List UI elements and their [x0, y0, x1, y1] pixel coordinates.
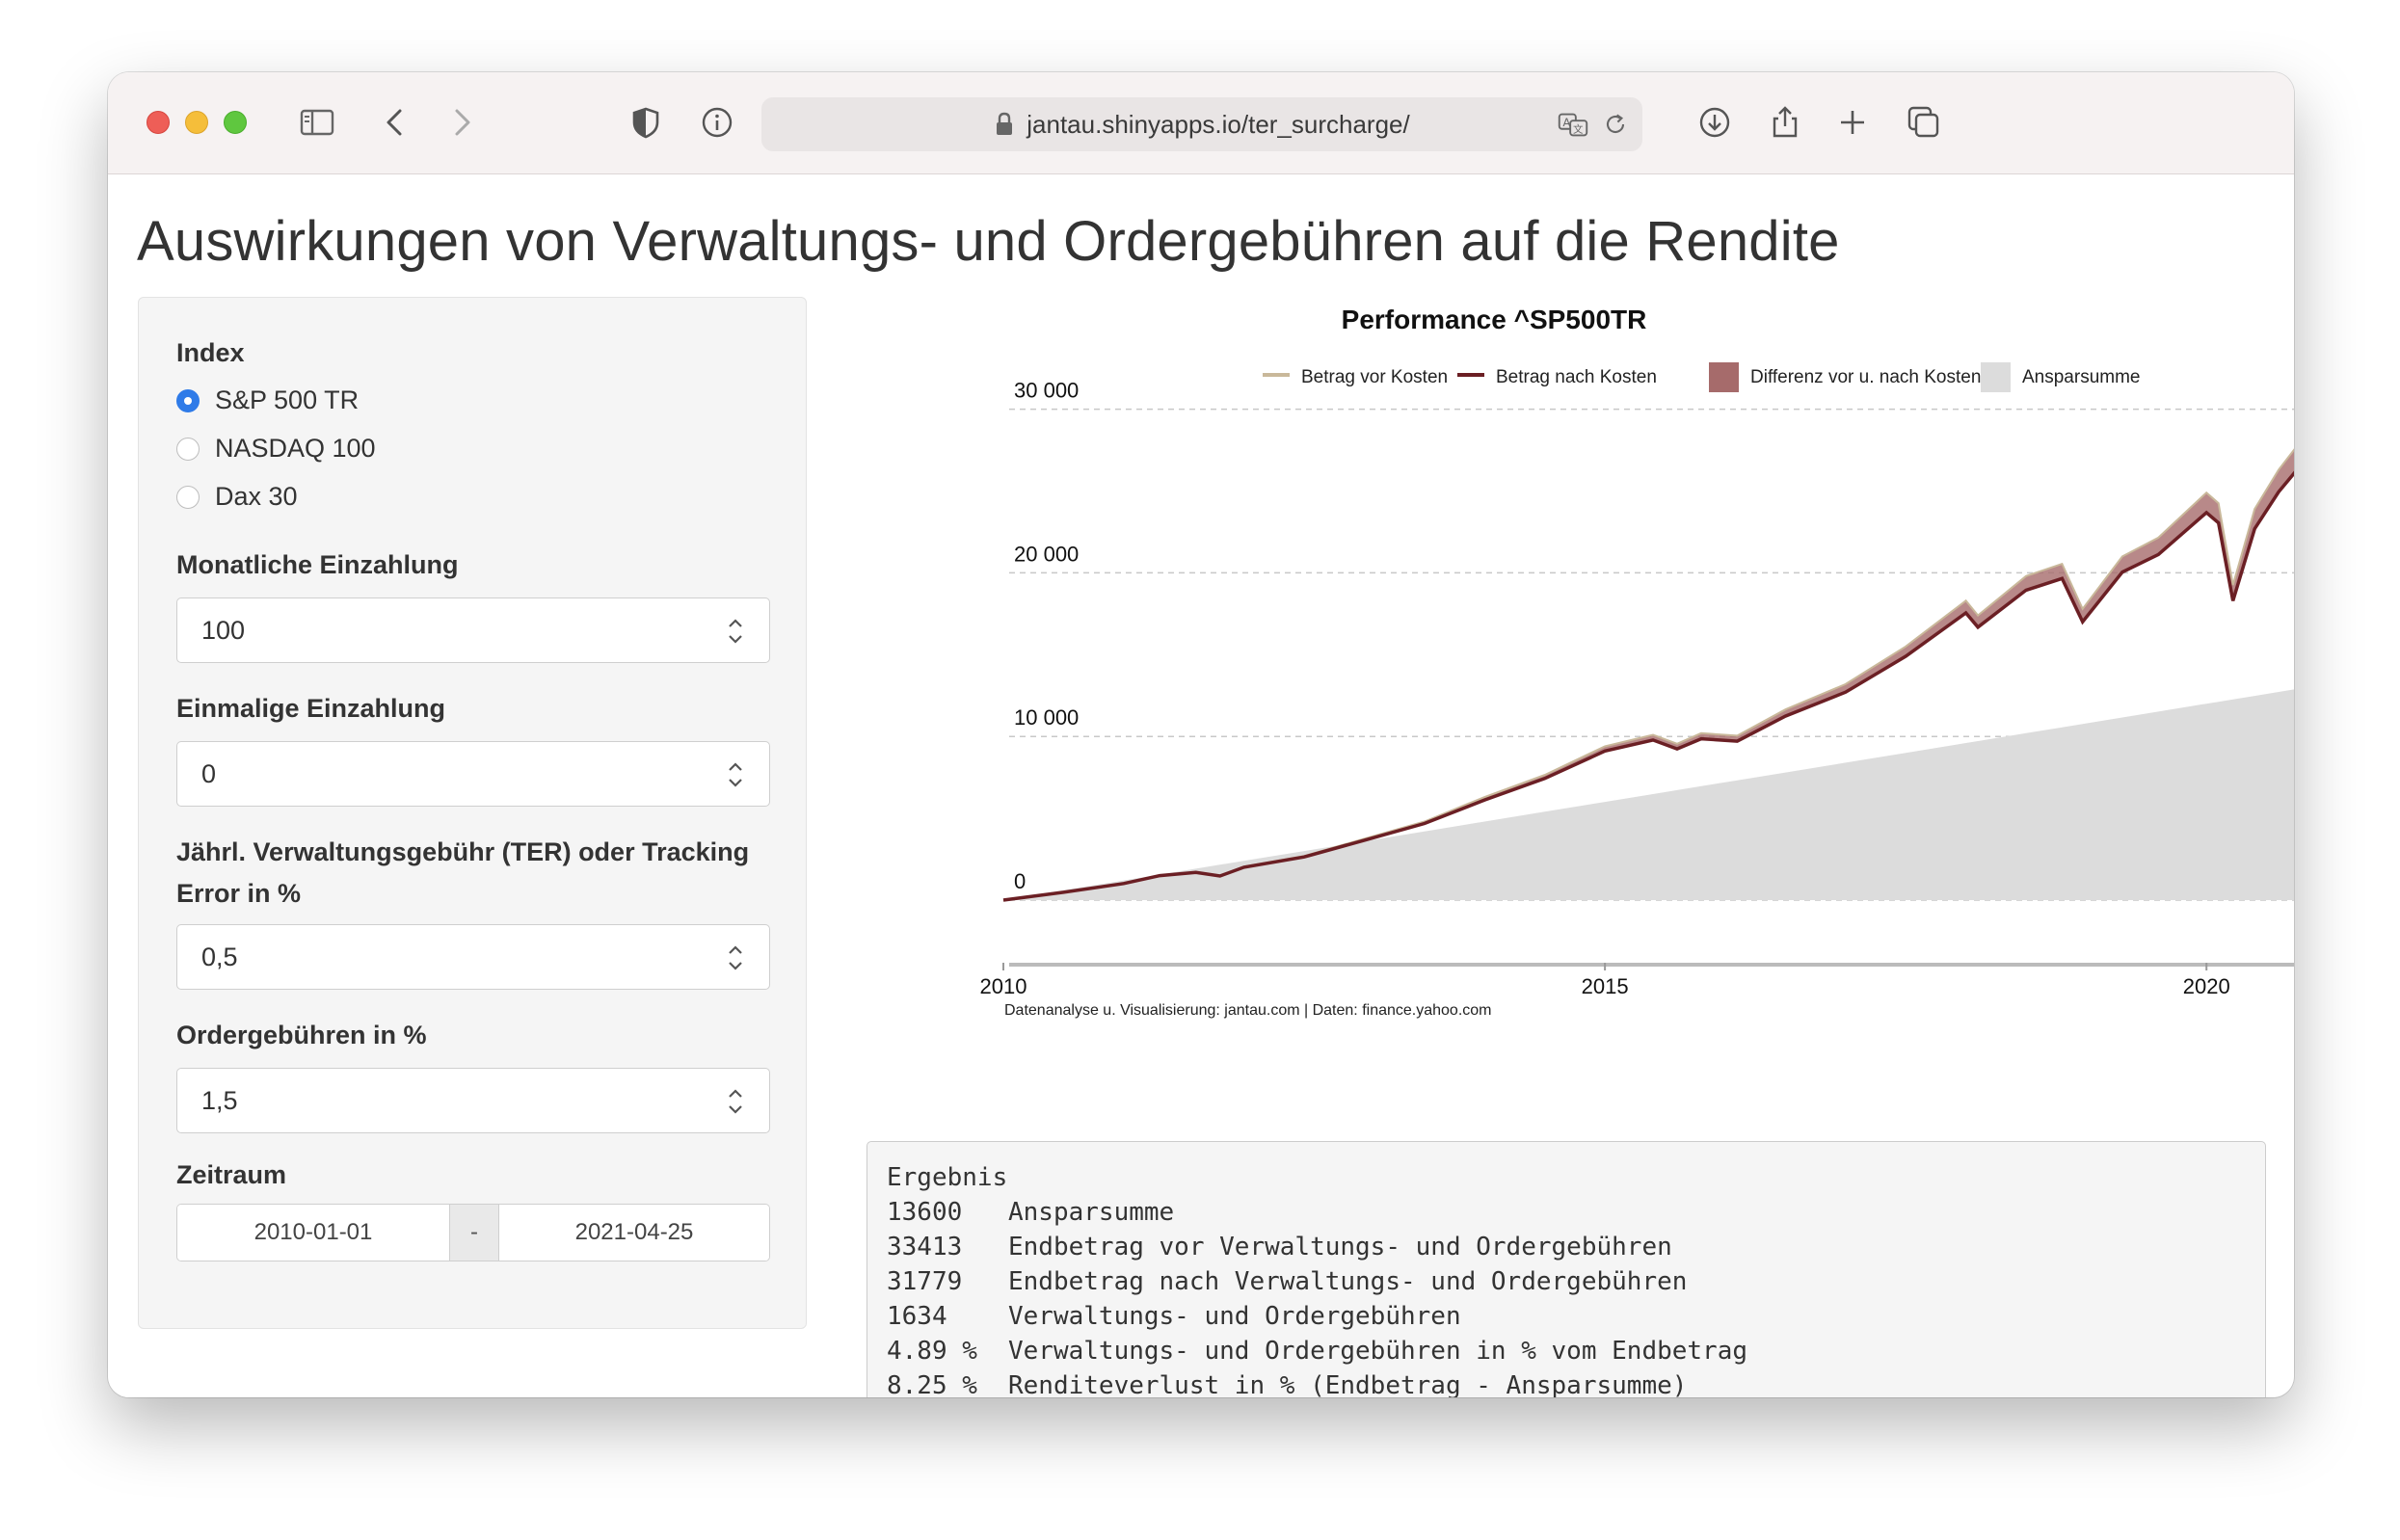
start-date-input[interactable]: 2010-01-01	[177, 1205, 449, 1261]
result-label: Verwaltungs- und Ordergebühren	[1008, 1302, 1461, 1331]
page-title: Auswirkungen von Verwaltungs- und Orderg…	[137, 210, 1840, 273]
x-tick-label: 2010	[980, 974, 1027, 998]
radio-dax30[interactable]: Dax 30	[176, 482, 298, 512]
stepper-icon[interactable]	[725, 757, 746, 792]
zoom-window-button[interactable]	[224, 111, 247, 134]
radio-button-checked[interactable]	[176, 388, 200, 412]
url-text: jantau.shinyapps.io/ter_surcharge/	[1027, 109, 1410, 139]
legend-label-before: Betrag vor Kosten	[1301, 367, 1448, 387]
result-row: 4.89 % Verwaltungs- und Ordergebühren in …	[887, 1337, 2265, 1371]
result-value: 13600	[887, 1198, 963, 1227]
info-icon[interactable]	[696, 101, 738, 144]
result-label: Endbetrag nach Verwaltungs- und Ordergeb…	[1008, 1267, 1688, 1296]
legend-swatch-diff	[1709, 362, 1739, 392]
result-label: Renditeverlust in % (Endbetrag - Anspars…	[1008, 1371, 1688, 1397]
y-tick-label: 30 000	[1014, 379, 1079, 403]
y-tick-label: 20 000	[1014, 542, 1079, 566]
result-value: 1634	[887, 1302, 947, 1331]
legend-label-savings: Ansparsumme	[2022, 367, 2141, 387]
date-separator: -	[449, 1205, 499, 1261]
new-tab-icon[interactable]	[1831, 101, 1874, 144]
period-label: Zeitraum	[176, 1160, 287, 1189]
result-value: 31779	[887, 1267, 963, 1296]
result-row: 1634 Verwaltungs- und Ordergebühren	[887, 1302, 2265, 1337]
radio-nasdaq100[interactable]: NASDAQ 100	[176, 434, 376, 464]
ter-label-line2: Error in %	[176, 879, 302, 908]
chart-title: Performance ^SP500TR	[1342, 305, 1647, 334]
stepper-icon[interactable]	[725, 614, 746, 649]
performance-chart: Performance ^SP500TR Betrag vor Kosten B…	[869, 290, 2294, 1061]
onetime-deposit-label: Einmalige Einzahlung	[176, 694, 446, 723]
date-range-picker: 2010-01-01 - 2021-04-25	[176, 1204, 770, 1261]
back-icon[interactable]	[374, 101, 416, 144]
chart-legend: Betrag vor Kosten Betrag nach Kosten Dif…	[1263, 362, 2141, 392]
result-output: Ergebnis 13600 Ansparsumme 33413 Endbetrag …	[867, 1141, 2266, 1397]
result-row: 33413 Endbetrag vor Verwaltungs- und Orde…	[887, 1233, 2265, 1267]
lock-icon	[997, 112, 1013, 135]
page-content: Auswirkungen von Verwaltungs- und Orderg…	[108, 174, 2294, 1397]
shield-icon[interactable]	[625, 101, 667, 144]
result-heading: Ergebnis	[887, 1163, 1008, 1192]
result-label: Ansparsumme	[1008, 1198, 1175, 1227]
monthly-deposit-label: Monatliche Einzahlung	[176, 550, 459, 579]
browser-toolbar: jantau.shinyapps.io/ter_surcharge/ A文	[108, 72, 2294, 174]
ter-label: Jährl. Verwaltungsgebühr (TER) oder Trac…	[176, 837, 750, 866]
minimize-window-button[interactable]	[185, 111, 208, 134]
input-panel: Index S&P 500 TR NASDAQ 100 Dax 30 Monat…	[138, 297, 807, 1329]
end-date-input[interactable]: 2021-04-25	[499, 1205, 769, 1261]
sidebar-toggle-icon[interactable]	[296, 101, 338, 144]
stepper-icon[interactable]	[725, 1084, 746, 1119]
legend-swatch-savings	[1981, 362, 2011, 392]
close-window-button[interactable]	[147, 111, 170, 134]
x-tick-label: 2015	[1582, 974, 1629, 998]
result-label: Verwaltungs- und Ordergebühren in % vom …	[1008, 1337, 1748, 1366]
monthly-deposit-input[interactable]: 100	[176, 597, 770, 663]
result-row: 13600 Ansparsumme	[887, 1198, 2265, 1233]
y-tick-label: 0	[1014, 869, 1026, 893]
radio-button[interactable]	[176, 437, 200, 461]
x-tick-label: 2020	[2183, 974, 2230, 998]
legend-label-diff: Differenz vor u. nach Kosten	[1750, 367, 1981, 387]
stepper-icon[interactable]	[725, 941, 746, 975]
result-value: 8.25 %	[887, 1371, 977, 1397]
result-row: 31779 Endbetrag nach Verwaltungs- und Ord…	[887, 1267, 2265, 1302]
result-value: 4.89 %	[887, 1337, 977, 1366]
svg-text:文: 文	[1573, 123, 1584, 136]
order-fee-input[interactable]: 1,5	[176, 1068, 770, 1133]
radio-sp500[interactable]: S&P 500 TR	[176, 385, 359, 415]
translate-icon[interactable]: A文	[1554, 105, 1592, 144]
result-label: Endbetrag vor Verwaltungs- und Ordergebü…	[1008, 1233, 1672, 1261]
result-row: 8.25 % Renditeverlust in % (Endbetrag - A…	[887, 1371, 2265, 1397]
radio-button[interactable]	[176, 485, 200, 509]
y-tick-label: 10 000	[1014, 705, 1079, 730]
forward-icon[interactable]	[440, 101, 483, 144]
share-icon[interactable]	[1764, 101, 1806, 144]
result-value: 33413	[887, 1233, 963, 1261]
reload-icon[interactable]	[1596, 105, 1635, 144]
index-label: Index	[176, 338, 245, 367]
browser-window: jantau.shinyapps.io/ter_surcharge/ A文 Au…	[108, 72, 2294, 1397]
chart-caption: Datenanalyse u. Visualisierung: jantau.c…	[1004, 1002, 1492, 1019]
legend-label-after: Betrag nach Kosten	[1496, 367, 1657, 387]
order-fee-label: Ordergebühren in %	[176, 1021, 427, 1049]
download-icon[interactable]	[1693, 101, 1736, 144]
savings-area	[1003, 689, 2294, 900]
tab-overview-icon[interactable]	[1903, 101, 1945, 144]
onetime-deposit-input[interactable]: 0	[176, 741, 770, 807]
ter-input[interactable]: 0,5	[176, 924, 770, 990]
address-bar[interactable]: jantau.shinyapps.io/ter_surcharge/ A文	[761, 97, 1642, 151]
